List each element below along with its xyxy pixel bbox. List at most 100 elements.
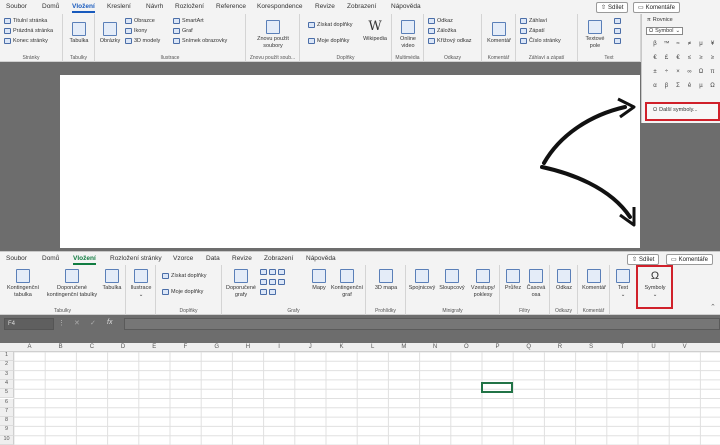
formula-input[interactable] — [124, 318, 720, 330]
symbol-cell[interactable]: Ω — [708, 83, 718, 89]
cancel-icon[interactable]: ✕ — [74, 319, 80, 327]
tab-reference[interactable]: Reference — [216, 3, 246, 10]
equation-button[interactable]: π Rovnice — [647, 17, 673, 23]
symbol-cell[interactable]: ¥ — [708, 41, 718, 47]
blank-page-button[interactable]: Prázdná stránka — [4, 28, 53, 34]
link-button[interactable]: Odkaz — [552, 269, 576, 292]
symbol-cell[interactable]: Ω — [696, 69, 706, 75]
tab-napoveda[interactable]: Nápověda — [391, 3, 421, 10]
tab-navrh[interactable]: Návrh — [146, 3, 163, 10]
table-button[interactable]: Tabulka — [100, 269, 124, 292]
tab-vzorce[interactable]: Vzorce — [173, 255, 193, 262]
recommended-pivot-button[interactable]: Doporučené kontingenční tabulky — [44, 269, 100, 298]
page-number-button[interactable]: Číslo stránky — [520, 38, 561, 44]
row-header[interactable]: 6 — [0, 398, 14, 408]
row-header[interactable]: 1 — [0, 352, 14, 362]
cross-reference-button[interactable]: Křížový odkaz — [428, 38, 472, 44]
column-header[interactable]: D — [108, 344, 139, 350]
column-header[interactable]: M — [388, 344, 419, 350]
column-header[interactable]: G — [201, 344, 232, 350]
symbol-button[interactable]: Ω Symbol ⌄ — [646, 27, 684, 35]
more-symbols-button[interactable]: Ω Další symboly... — [645, 102, 720, 121]
row-header[interactable]: 2 — [0, 361, 14, 371]
tab-korespondence[interactable]: Korespondence — [257, 3, 303, 10]
column-header[interactable]: U — [638, 344, 669, 350]
tab-vlozeni[interactable]: Vložení — [73, 255, 96, 265]
symbol-cell[interactable]: Σ — [673, 83, 683, 89]
column-header[interactable]: Q — [513, 344, 544, 350]
screenshot-button[interactable]: Snímek obrazovky — [173, 38, 227, 44]
table-button[interactable]: Tabulka — [67, 22, 91, 45]
symbol-cell[interactable]: ≈ — [673, 41, 683, 47]
shapes-button[interactable]: Obrazce — [125, 18, 155, 24]
symbol-cell[interactable]: ≤ — [685, 55, 695, 61]
tab-rozlozeni[interactable]: Rozložení — [175, 3, 204, 10]
symbol-cell[interactable]: ≥ — [696, 55, 706, 61]
column-header[interactable]: J — [295, 344, 326, 350]
column-header[interactable]: R — [544, 344, 575, 350]
my-addins-button[interactable]: Moje doplňky — [308, 38, 349, 44]
reuse-files-button[interactable]: Znovu použít soubory — [250, 20, 296, 49]
name-box[interactable]: F4 — [4, 318, 54, 330]
chart-button[interactable]: Graf — [173, 28, 193, 34]
symbol-cell[interactable]: ê — [685, 83, 695, 89]
column-header[interactable]: L — [357, 344, 388, 350]
tab-revize[interactable]: Revize — [315, 3, 335, 10]
tab-soubor[interactable]: Soubor — [6, 255, 27, 262]
row-header[interactable]: 8 — [0, 417, 14, 427]
symbol-cell[interactable]: ≥ — [708, 55, 718, 61]
symbol-cell[interactable]: π — [708, 69, 718, 75]
illustrations-button[interactable]: Ilustrace ⌄ — [128, 269, 154, 298]
3d-map-button[interactable]: 3D mapa — [372, 269, 400, 292]
collapse-ribbon-icon[interactable]: ⌃ — [710, 303, 716, 311]
symbol-cell[interactable]: ™ — [662, 41, 672, 47]
link-button[interactable]: Odkaz — [428, 18, 453, 24]
comment-button[interactable]: Komentář — [485, 22, 513, 45]
tab-zobrazeni[interactable]: Zobrazení — [347, 3, 376, 10]
symbol-cell[interactable]: α — [650, 83, 660, 89]
column-header[interactable]: P — [482, 344, 513, 350]
row-header[interactable]: 7 — [0, 407, 14, 418]
row-header[interactable]: 3 — [0, 370, 14, 380]
symbol-cell[interactable]: ∞ — [685, 69, 695, 75]
recommended-charts-button[interactable]: Doporučené grafy — [224, 269, 258, 298]
tab-domu[interactable]: Domů — [42, 3, 59, 10]
column-chart-button[interactable] — [260, 269, 285, 275]
other-chart-button[interactable] — [260, 289, 276, 295]
slicer-button[interactable]: Průřez — [502, 269, 524, 292]
column-header[interactable]: N — [420, 344, 451, 350]
tab-vlozeni[interactable]: Vložení — [72, 3, 95, 13]
tab-rozlozeni-stranky[interactable]: Rozložení stránky — [110, 255, 162, 262]
comments-button[interactable]: ▭ Komentáře — [666, 254, 714, 265]
text-button[interactable]: Text ⌄ — [612, 269, 634, 298]
bookmark-button[interactable]: Záložka — [428, 28, 456, 34]
wikipedia-button[interactable]: W Wikipedia — [360, 20, 390, 43]
pictures-button[interactable]: Obrázky — [97, 22, 123, 45]
symbol-cell[interactable]: β — [650, 41, 660, 47]
symbol-cell[interactable]: ÷ — [662, 69, 672, 75]
tab-domu[interactable]: Domů — [42, 255, 59, 262]
sparkline-line-button[interactable]: Spojnicový — [408, 269, 436, 292]
selected-cell[interactable] — [481, 382, 513, 393]
share-button[interactable]: ⇧ Sdílet — [627, 254, 660, 265]
page-break-button[interactable]: Konec stránky — [4, 38, 48, 44]
smartart-button[interactable]: SmartArt — [173, 18, 204, 24]
text-tool-button[interactable] — [614, 18, 621, 24]
footer-button[interactable]: Zápatí — [520, 28, 545, 34]
row-header[interactable]: 10 — [0, 435, 14, 445]
row-header[interactable]: 5 — [0, 389, 14, 399]
online-video-button[interactable]: Online video — [395, 20, 421, 49]
column-header[interactable]: I — [264, 344, 295, 350]
column-header[interactable]: V — [669, 344, 700, 350]
comment-button[interactable]: Komentář — [580, 269, 608, 292]
symbol-cell[interactable]: ≠ — [685, 41, 695, 47]
column-header[interactable]: E — [139, 344, 170, 350]
tab-soubor[interactable]: Soubor — [6, 3, 27, 10]
column-header[interactable]: O — [451, 344, 482, 350]
header-button[interactable]: Záhlaví — [520, 18, 547, 24]
text-tool-button-2[interactable] — [614, 28, 621, 34]
3d-models-button[interactable]: 3D modely — [125, 38, 160, 44]
symbol-cell[interactable]: μ — [696, 41, 706, 47]
sparkline-winloss-button[interactable]: Vzestupy/ poklesy — [468, 269, 498, 298]
symbol-cell[interactable]: β — [662, 83, 672, 89]
